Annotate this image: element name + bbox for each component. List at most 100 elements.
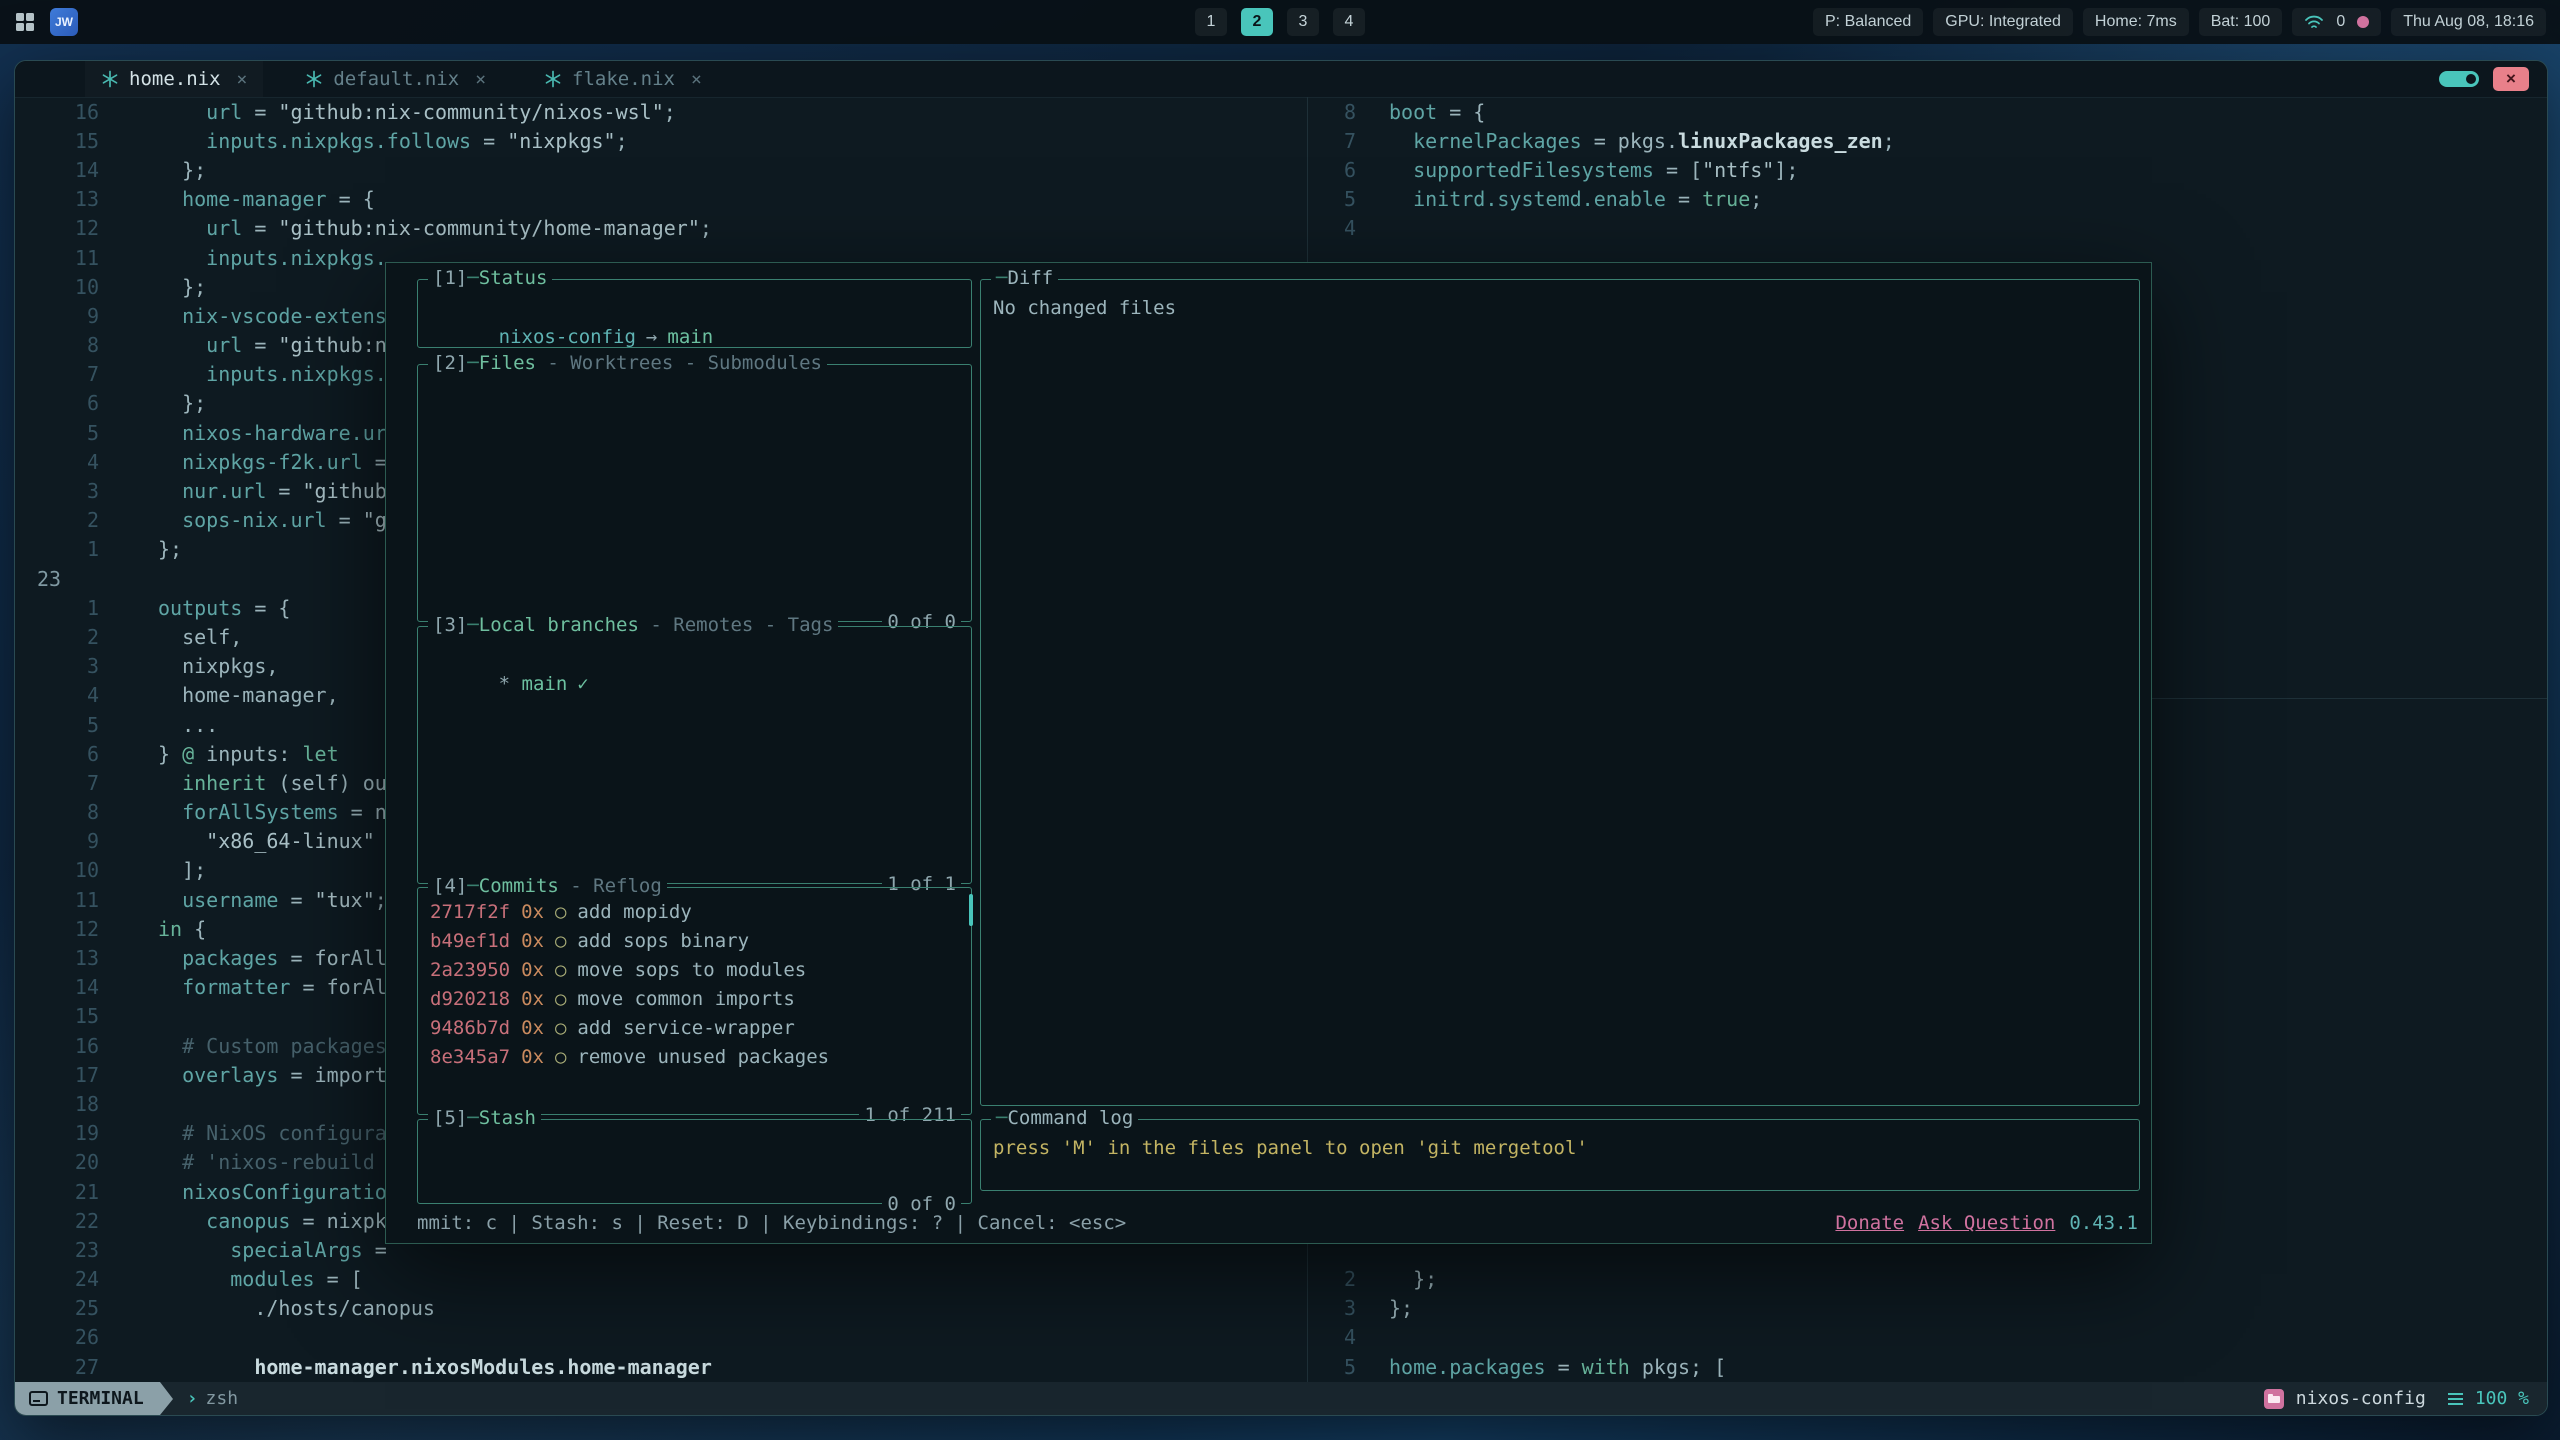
line-number: 3 (15, 654, 99, 678)
command-log-content: press 'M' in the files panel to open 'gi… (981, 1120, 2139, 1177)
code-line: 25 ./hosts/canopus (15, 1294, 1307, 1323)
window-toggle-pill[interactable] (2439, 71, 2479, 87)
code-line: 8boot = { (1308, 97, 2547, 126)
line-number: 6 (1308, 158, 1356, 182)
line-number: 21 (15, 1180, 99, 1204)
commit-list: 2717f2f0x○add mopidyb49ef1d0x○add sops b… (418, 888, 971, 1082)
line-number: 1 (15, 596, 99, 620)
commits-scrollbar[interactable] (969, 894, 973, 926)
line-number: 1 (15, 537, 99, 561)
commit-node-icon: ○ (555, 956, 566, 985)
workspace-3[interactable]: 3 (1287, 8, 1319, 36)
line-number: 14 (15, 158, 99, 182)
workspace-4[interactable]: 4 (1333, 8, 1365, 36)
workspace-2[interactable]: 2 (1241, 8, 1273, 36)
lazygit-files-panel[interactable]: [2]─Files - Worktrees - Submodules 0 of … (417, 364, 972, 622)
branch-label: main (667, 326, 713, 348)
check-icon: ✓ (577, 673, 588, 695)
nix-icon (101, 70, 119, 88)
code-line: 3}; (1308, 1294, 2547, 1323)
line-number: 16 (15, 1034, 99, 1058)
commit-row[interactable]: 2717f2f0x○add mopidy (430, 898, 959, 927)
code-line: 27 home-manager.nixosModules.home-manage… (15, 1352, 1307, 1381)
tab-close-icon[interactable]: × (475, 69, 486, 90)
panel-subtabs: - Remotes - Tags (639, 614, 833, 636)
commit-row[interactable]: d9202180x○move common imports (430, 985, 959, 1014)
line-number: 11 (15, 888, 99, 912)
line-number: 23 (15, 567, 99, 591)
status-chips: P: BalancedGPU: IntegratedHome: 7msBat: … (1813, 8, 2282, 36)
lazygit-command-log-panel[interactable]: ─Command log press 'M' in the files pane… (980, 1119, 2140, 1191)
line-number: 13 (15, 946, 99, 970)
line-number: 24 (15, 1267, 99, 1291)
notification-count: 0 (2336, 13, 2345, 31)
tab-label: home.nix (129, 68, 221, 90)
wifi-icon (2304, 14, 2324, 30)
panel-title: Commits (479, 875, 559, 897)
code-line: 26 (15, 1323, 1307, 1352)
line-number: 3 (15, 479, 99, 503)
code-line: 4 (1308, 1323, 2547, 1352)
lazygit-stash-panel[interactable]: [5]─Stash 0 of 0 (417, 1119, 972, 1204)
commit-node-icon: ○ (555, 985, 566, 1014)
lazygit-commits-panel[interactable]: [4]─Commits - Reflog 2717f2f0x○add mopid… (417, 887, 972, 1115)
code-line: 5 initrd.systemd.enable = true; (1308, 185, 2547, 214)
tab-close-icon[interactable]: × (691, 69, 702, 90)
ask-question-link[interactable]: Ask Question (1918, 1212, 2055, 1234)
code-line: 2 }; (1308, 1265, 2547, 1294)
tab-default.nix[interactable]: default.nix× (289, 61, 502, 97)
line-number: 4 (15, 683, 99, 707)
top-status-bar: JW 1234 P: BalancedGPU: IntegratedHome: … (0, 0, 2560, 44)
commit-node-icon: ○ (555, 927, 566, 956)
commit-node-icon: ○ (555, 1014, 566, 1043)
line-number: 5 (15, 713, 99, 737)
app-launcher-icon[interactable]: JW (50, 8, 78, 36)
line-number: 14 (15, 975, 99, 999)
panel-title: Local branches (479, 614, 639, 636)
line-number: 9 (15, 829, 99, 853)
repo-label: nixos-config (499, 326, 636, 348)
line-number: 8 (15, 333, 99, 357)
line-number: 9 (15, 304, 99, 328)
tab-bar: home.nix×default.nix×flake.nix× × (15, 61, 2547, 98)
commit-row[interactable]: 9486b7d0x○add service-wrapper (430, 1014, 959, 1043)
commit-row[interactable]: 2a239500x○move sops to modules (430, 956, 959, 985)
lazygit-status-panel[interactable]: [1]─Status nixos-config→main (417, 279, 972, 348)
status-chip: Home: 7ms (2083, 8, 2189, 36)
lazygit-branches-panel[interactable]: [3]─Local branches - Remotes - Tags * ma… (417, 626, 972, 884)
tab-home.nix[interactable]: home.nix × (85, 61, 263, 97)
line-number: 2 (1308, 1267, 1356, 1291)
terminal-icon (29, 1391, 48, 1406)
nix-icon (544, 70, 562, 88)
line-number: 12 (15, 216, 99, 240)
tab-close-icon[interactable]: × (237, 69, 248, 90)
panel-title: Status (479, 267, 548, 289)
line-number: 20 (15, 1150, 99, 1174)
lazygit-diff-panel[interactable]: ─Diff No changed files (980, 279, 2140, 1106)
clock: Thu Aug 08, 18:16 (2391, 8, 2546, 36)
tab-flake.nix[interactable]: flake.nix× (528, 61, 718, 97)
diff-content: No changed files (981, 280, 2139, 337)
panel-title: Files (479, 352, 536, 374)
keybind-hints: mmit: c | Stash: s | Reset: D | Keybindi… (417, 1212, 1126, 1234)
line-number: 27 (15, 1355, 99, 1379)
line-number: 7 (15, 771, 99, 795)
line-number: 7 (1308, 129, 1356, 153)
window-close-button[interactable]: × (2493, 67, 2529, 91)
line-number: 11 (15, 246, 99, 270)
branch-row[interactable]: * main✓ (418, 627, 971, 742)
apps-grid-icon[interactable] (14, 11, 36, 33)
line-number: 12 (15, 917, 99, 941)
panel-title: Stash (479, 1107, 536, 1129)
commit-row[interactable]: b49ef1d0x○add sops binary (430, 927, 959, 956)
donate-link[interactable]: Donate (1835, 1212, 1904, 1234)
system-tray: 0 (2292, 8, 2381, 36)
lazygit-overlay: [1]─Status nixos-config→main [2]─Files -… (385, 262, 2152, 1244)
commit-row[interactable]: 8e345a70x○remove unused packages (430, 1043, 959, 1072)
statusline: TERMINAL › zsh nixos-config 100 % (15, 1382, 2547, 1415)
workspace-1[interactable]: 1 (1195, 8, 1227, 36)
code-line: 13 home-manager = { (15, 185, 1307, 214)
tab-list: home.nix×default.nix×flake.nix× (15, 61, 718, 97)
commit-node-icon: ○ (555, 1043, 566, 1072)
line-number: 19 (15, 1121, 99, 1145)
